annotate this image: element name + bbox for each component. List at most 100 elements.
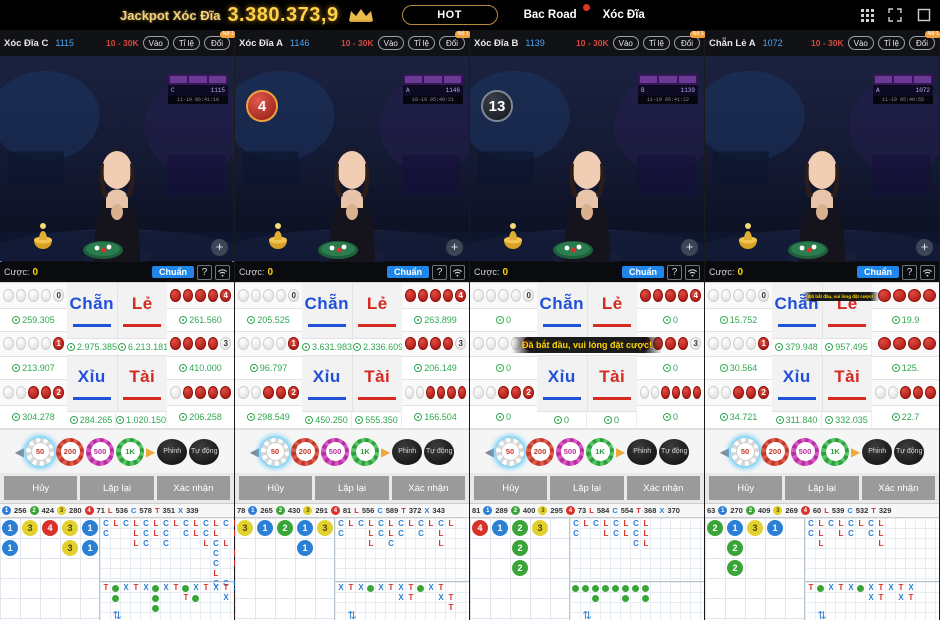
bet-amount-cell[interactable]: 259.305 [0, 307, 67, 332]
confirm-button[interactable]: Xác nhận [391, 476, 465, 500]
bet-amount-cell[interactable]: 0 [637, 404, 704, 429]
bet-amount-cell[interactable]: 0 [470, 404, 537, 429]
repeat-button[interactable]: Lặp lại [80, 476, 154, 500]
dice-combo-cell[interactable]: 4 [402, 283, 469, 308]
chip-action-tu-dong[interactable]: Tự động [424, 438, 455, 465]
bet-amount-cell[interactable]: 0 [637, 307, 704, 332]
chip-action-phinh[interactable]: Phỉnh [157, 438, 188, 465]
bet-option-le[interactable]: Lẻ [353, 283, 403, 338]
chip-1K[interactable]: 1K [351, 437, 379, 466]
chip-50[interactable]: 50 [26, 437, 54, 466]
chip-50[interactable]: 50 [261, 437, 289, 466]
big-road[interactable]: CLCLCLCLCLCLCLCLCLCCLCLLLCCLCLLCLLCLLCCC [100, 518, 258, 588]
dice-combo-cell[interactable]: 0 [235, 283, 302, 308]
switch-table-button[interactable]: Đổi Nổ 1 [204, 31, 236, 50]
bet-amount-cell[interactable]: 0 [637, 356, 704, 380]
repeat-button[interactable]: Lặp lại [550, 476, 624, 500]
dice-combo-cell[interactable] [167, 380, 234, 405]
live-video-feed[interactable]: C 1115 11-19 06:41:10 + [0, 56, 234, 262]
bet-amount-cell[interactable]: 0 [470, 356, 537, 380]
nav-xoc-dia[interactable]: Xóc Đĩa [603, 9, 645, 21]
chip-prev-arrow-icon[interactable]: ◀ [485, 445, 494, 459]
chip-prev-arrow-icon[interactable]: ◀ [720, 445, 729, 459]
big-road[interactable]: CLCLCLCLCLCLCLCL [570, 518, 704, 582]
chip-500[interactable]: 500 [556, 437, 584, 466]
enter-table-button[interactable]: Vào [612, 36, 639, 50]
dice-combo-cell[interactable]: 1 [705, 331, 772, 356]
add-view-icon[interactable]: + [916, 239, 933, 256]
repeat-button[interactable]: Lặp lại [315, 476, 389, 500]
table-panel-1[interactable]: Xóc Đĩa C 1115 10 - 30K Vào Tỉ lệ Đổi Nổ… [0, 30, 258, 620]
help-button[interactable]: ? [902, 264, 917, 280]
nav-bac-road[interactable]: Bac Road [524, 4, 590, 21]
chip-500[interactable]: 500 [321, 437, 349, 466]
dice-combo-cell[interactable] [872, 331, 939, 356]
bet-amount-cell[interactable]: 205.525 [235, 307, 302, 332]
chip-next-arrow-icon[interactable]: ▶ [146, 445, 155, 459]
dice-combo-cell[interactable]: 1 [235, 331, 302, 356]
add-view-icon[interactable]: + [446, 239, 463, 256]
road-toggle-icon[interactable]: ⇅ [582, 609, 591, 620]
table-panel-3[interactable]: Xóc Đĩa B 1139 10 - 30K Vào Tỉ lệ Đổi Nổ… [470, 30, 706, 620]
bet-option-tai[interactable]: Tài [353, 356, 403, 411]
bet-option-xiu[interactable]: Xỉu [302, 356, 353, 411]
cancel-button[interactable]: Hủy [474, 476, 548, 500]
dice-combo-cell[interactable]: 2 [705, 380, 772, 405]
dice-combo-cell[interactable]: 3 [167, 331, 234, 356]
chip-next-arrow-icon[interactable]: ▶ [616, 445, 625, 459]
chip-200[interactable]: 200 [526, 437, 554, 466]
table-panel-4[interactable]: Chẵn Lẻ A 1072 10 - 30K Vào Tỉ lệ Đổi Nổ… [705, 30, 940, 620]
dice-combo-cell[interactable]: 2 [235, 380, 302, 405]
cancel-button[interactable]: Hủy [709, 476, 783, 500]
bead-road[interactable]: 312131 [235, 518, 335, 620]
signal-icon[interactable] [215, 264, 230, 280]
mode-chuan-button[interactable]: Chuẩn [622, 266, 664, 278]
dice-combo-cell[interactable] [872, 283, 939, 308]
chip-1K[interactable]: 1K [821, 437, 849, 466]
dice-combo-cell[interactable]: 3 [402, 331, 469, 356]
odds-button[interactable]: Tỉ lệ [642, 36, 670, 50]
dice-combo-cell[interactable]: 2 [470, 380, 537, 405]
enter-table-button[interactable]: Vào [142, 36, 169, 50]
chip-action-tu-dong[interactable]: Tự động [659, 438, 690, 465]
mode-chuan-button[interactable]: Chuẩn [152, 266, 194, 278]
dice-combo-cell[interactable]: 2 [0, 380, 67, 405]
odds-button[interactable]: Tỉ lệ [407, 36, 435, 50]
dice-combo-cell[interactable]: 4 [637, 283, 704, 308]
chip-200[interactable]: 200 [291, 437, 319, 466]
bet-amount-cell[interactable]: 298.549 [235, 404, 302, 429]
bead-road[interactable]: 13431131 [0, 518, 100, 620]
bet-amount-cell[interactable]: 125. [872, 356, 939, 380]
expand-icon[interactable] [887, 7, 903, 23]
chip-action-tu-dong[interactable]: Tự động [189, 438, 220, 465]
bet-amount-cell[interactable]: 22.7 [872, 404, 939, 429]
mode-chuan-button[interactable]: Chuẩn [387, 266, 429, 278]
bet-option-chan[interactable]: Chẵn [537, 283, 588, 338]
bet-amount-cell[interactable]: 410.000 [167, 356, 234, 380]
chip-1K[interactable]: 1K [116, 437, 144, 466]
add-view-icon[interactable]: + [681, 239, 698, 256]
dice-combo-cell[interactable] [637, 380, 704, 405]
odds-button[interactable]: Tỉ lệ [877, 36, 905, 50]
chip-50[interactable]: 50 [496, 437, 524, 466]
window-icon[interactable] [916, 7, 932, 23]
signal-icon[interactable] [450, 264, 465, 280]
live-video-feed[interactable]: 4 A 1146 10-19 05:40:21 + [235, 56, 469, 262]
road-toggle-icon[interactable]: ⇅ [112, 609, 121, 620]
chip-500[interactable]: 500 [791, 437, 819, 466]
bet-option-xiu[interactable]: Xỉu [772, 356, 823, 411]
odds-button[interactable]: Tỉ lệ [172, 36, 200, 50]
bet-option-xiu[interactable]: Xỉu [67, 356, 118, 411]
dice-combo-cell[interactable] [872, 380, 939, 405]
dice-combo-cell[interactable]: 0 [470, 283, 537, 308]
dice-combo-cell[interactable]: 0 [705, 283, 772, 308]
bet-amount-cell[interactable]: 206.258 [167, 404, 234, 429]
confirm-button[interactable]: Xác nhận [626, 476, 700, 500]
bet-amount-cell[interactable]: 261.560 [167, 307, 234, 332]
chip-500[interactable]: 500 [86, 437, 114, 466]
cancel-button[interactable]: Hủy [239, 476, 313, 500]
bet-option-chan[interactable]: Chẵn [67, 283, 118, 338]
switch-table-button[interactable]: Đổi Nổ 1 [439, 31, 471, 50]
bet-amount-cell[interactable]: 0 [470, 307, 537, 332]
dice-combo-cell[interactable] [402, 380, 469, 405]
